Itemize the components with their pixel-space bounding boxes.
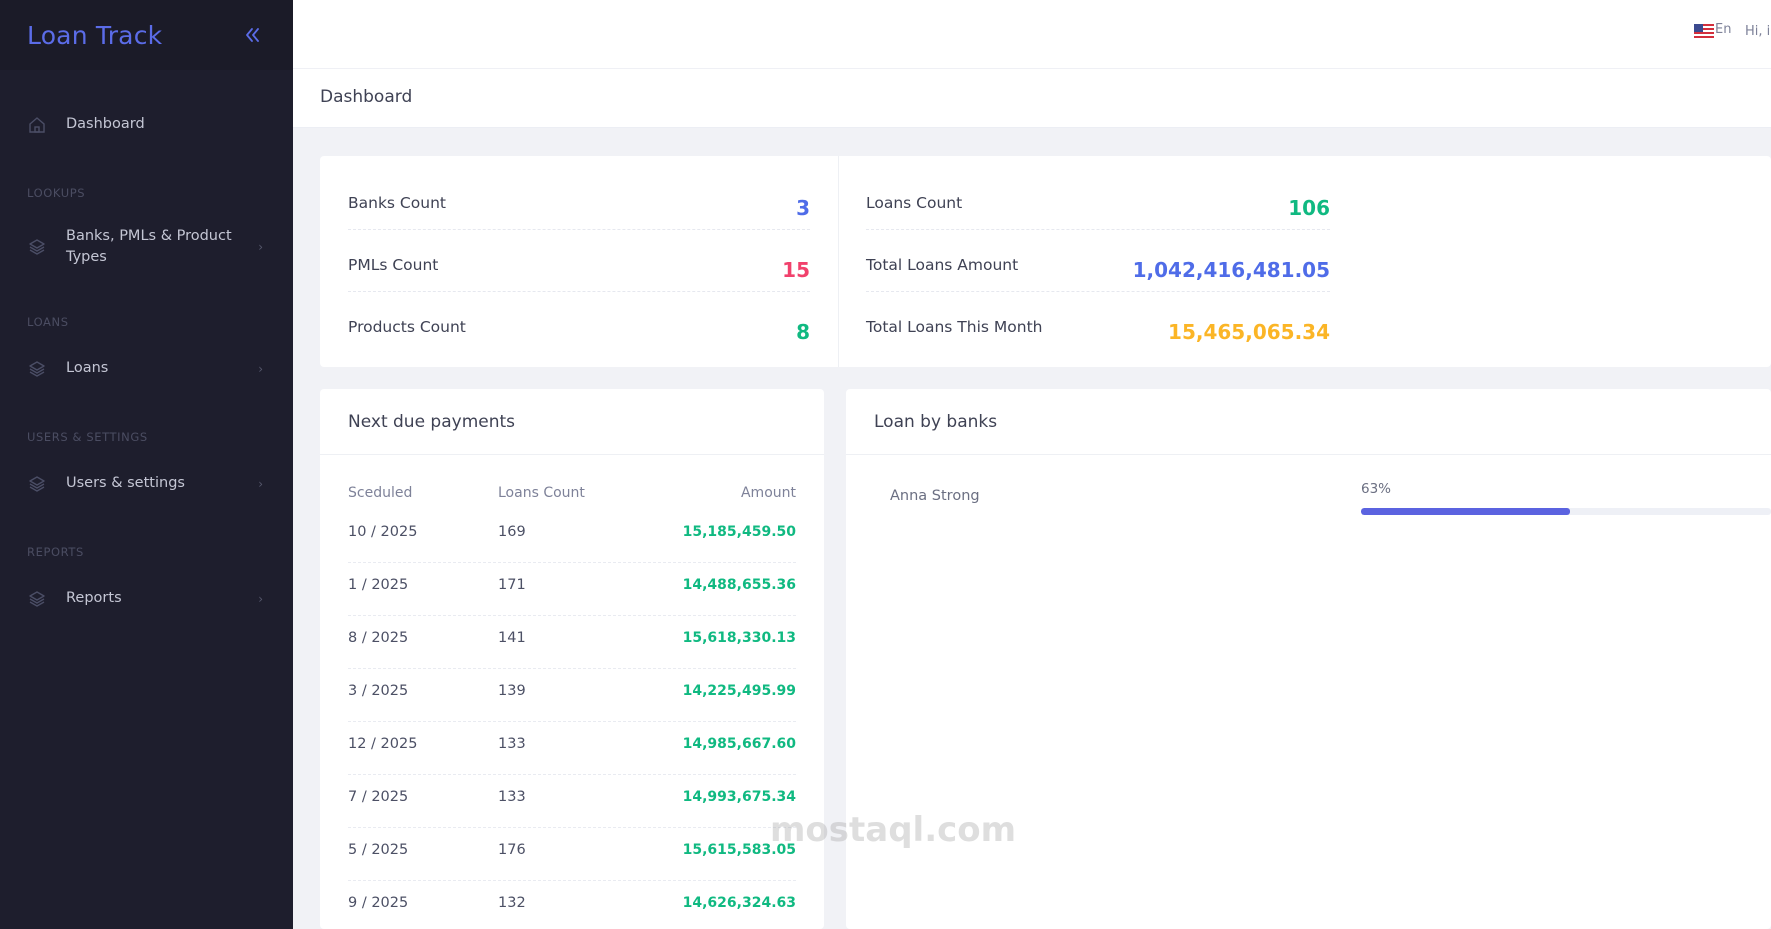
table-row: 10 / 2025 169 15,185,459.50 [348, 510, 796, 563]
cell-amount: 14,993,675.34 [682, 789, 796, 805]
stats-divider [838, 156, 839, 367]
cell-amount: 15,618,330.13 [682, 630, 796, 646]
card-header: Next due payments [320, 389, 824, 455]
bank-name: Anna Strong [890, 488, 980, 504]
stat-total-loans-amount: Total Loans Amount 1,042,416,481.05 [866, 230, 1330, 292]
section-title-reports: REPORTS [27, 545, 84, 559]
cell-amount: 14,626,324.63 [682, 895, 796, 911]
cell-loans-count: 133 [498, 789, 526, 805]
stat-label: Total Loans Amount [866, 256, 1019, 274]
sidebar-item-label: Reports [66, 590, 122, 606]
cell-amount: 14,488,655.36 [682, 577, 796, 593]
sidebar-item-dashboard[interactable]: Dashboard [0, 114, 293, 135]
sidebar-item-loans[interactable]: Loans › [0, 358, 293, 379]
cell-loans-count: 169 [498, 524, 526, 540]
sidebar: Loan Track Dashboard LOOKUPS Banks, PMLs [0, 0, 293, 929]
stat-banks-count: Banks Count 3 [348, 168, 810, 230]
cell-amount: 15,185,459.50 [682, 524, 796, 540]
sidebar-item-label: Loans [66, 360, 109, 376]
cell-scheduled: 7 / 2025 [348, 789, 409, 805]
layers-icon [27, 589, 47, 609]
cell-scheduled: 8 / 2025 [348, 630, 409, 646]
column-header-loans-count[interactable]: Loans Count [498, 485, 585, 501]
table-row: 1 / 2025 171 14,488,655.36 [348, 563, 796, 616]
sidebar-header: Loan Track [0, 0, 293, 70]
table-row: 12 / 2025 133 14,985,667.60 [348, 722, 796, 775]
app-logo[interactable]: Loan Track [27, 21, 162, 50]
chevron-right-icon: › [258, 591, 263, 606]
cell-loans-count: 139 [498, 683, 526, 699]
stat-label: Total Loans This Month [866, 318, 1043, 336]
top-bar [293, 0, 1771, 69]
cell-loans-count: 133 [498, 736, 526, 752]
cell-scheduled: 10 / 2025 [348, 524, 418, 540]
section-title-lookups: LOOKUPS [27, 186, 86, 200]
layers-icon [27, 359, 47, 379]
table-row: 7 / 2025 133 14,993,675.34 [348, 775, 796, 828]
cell-amount: 14,225,495.99 [682, 683, 796, 699]
stat-products-count: Products Count 8 [348, 292, 810, 354]
layers-icon [27, 474, 47, 494]
table-row: 9 / 2025 132 14,626,324.63 [348, 881, 796, 929]
table-row: 3 / 2025 139 14,225,495.99 [348, 669, 796, 722]
stat-value: 1,042,416,481.05 [1132, 258, 1330, 282]
card-title: Loan by banks [874, 411, 998, 432]
cell-loans-count: 176 [498, 842, 526, 858]
chevron-right-icon: › [258, 476, 263, 491]
sidebar-item-banks-pmls-product-types[interactable]: Banks, PMLs & Product Types › [0, 226, 293, 268]
cell-loans-count: 141 [498, 630, 526, 646]
stat-value: 3 [796, 196, 810, 220]
chevron-right-icon: › [258, 361, 263, 376]
stat-loans-count: Loans Count 106 [866, 168, 1330, 230]
home-icon [27, 115, 47, 135]
stat-total-loans-this-month: Total Loans This Month 15,465,065.34 [866, 292, 1330, 354]
sidebar-item-label: Banks, PMLs & Product Types [66, 228, 232, 265]
us-flag-icon [1694, 23, 1714, 38]
cell-amount: 14,985,667.60 [682, 736, 796, 752]
stat-label: Products Count [348, 318, 466, 336]
stat-pmls-count: PMLs Count 15 [348, 230, 810, 292]
card-title: Next due payments [348, 411, 516, 432]
next-due-payments-card: Next due payments Sceduled Loans Count A… [320, 389, 824, 929]
stat-label: Loans Count [866, 194, 963, 212]
stat-value: 15 [782, 258, 810, 282]
bank-percent-label: 63% [1361, 481, 1392, 497]
watermark: mostaql.com [770, 810, 1017, 850]
page-title: Dashboard [320, 87, 413, 107]
language-label: En [1715, 22, 1732, 37]
column-header-amount[interactable]: Amount [741, 485, 796, 501]
table-row: 5 / 2025 176 15,615,583.05 [348, 828, 796, 881]
cell-scheduled: 5 / 2025 [348, 842, 409, 858]
cell-scheduled: 9 / 2025 [348, 895, 409, 911]
chevron-right-icon: › [258, 240, 263, 254]
progress-bar-track [1361, 508, 1771, 515]
sidebar-item-reports[interactable]: Reports › [0, 588, 293, 609]
section-title-loans: LOANS [27, 315, 69, 329]
user-greeting[interactable]: Hi, i [1745, 24, 1770, 39]
stat-label: Banks Count [348, 194, 446, 212]
sidebar-item-label: Dashboard [66, 116, 145, 132]
stat-value: 8 [796, 320, 810, 344]
table-header: Sceduled Loans Count Amount [348, 485, 796, 505]
stat-value: 15,465,065.34 [1168, 320, 1330, 344]
stat-label: PMLs Count [348, 256, 439, 274]
card-header: Loan by banks [846, 389, 1771, 455]
cell-scheduled: 3 / 2025 [348, 683, 409, 699]
cell-scheduled: 12 / 2025 [348, 736, 418, 752]
subheader: Dashboard [293, 69, 1771, 128]
progress-bar-fill [1361, 508, 1571, 515]
double-chevron-left-icon[interactable] [241, 24, 263, 46]
sidebar-item-label: Users & settings [66, 475, 185, 491]
sidebar-item-users-settings[interactable]: Users & settings › [0, 473, 293, 494]
layers-icon [27, 237, 47, 257]
language-switcher[interactable]: En [1694, 22, 1732, 38]
table-row: 8 / 2025 141 15,618,330.13 [348, 616, 796, 669]
section-title-users-settings: USERS & SETTINGS [27, 430, 148, 444]
cell-loans-count: 132 [498, 895, 526, 911]
stat-value: 106 [1288, 196, 1330, 220]
cell-scheduled: 1 / 2025 [348, 577, 409, 593]
column-header-scheduled[interactable]: Sceduled [348, 485, 412, 501]
cell-loans-count: 171 [498, 577, 526, 593]
